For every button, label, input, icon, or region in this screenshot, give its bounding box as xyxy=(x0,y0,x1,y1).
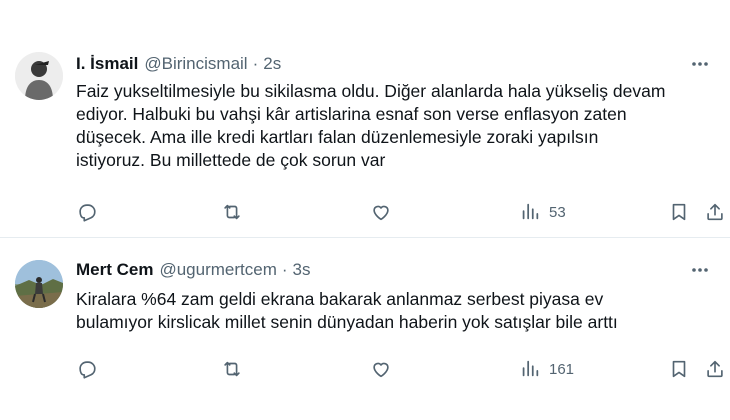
tweet-text-line: istiyoruz. Bu millettede de çok sorun va… xyxy=(76,150,386,170)
bookmark-icon xyxy=(668,201,690,223)
bookmark-button[interactable] xyxy=(668,354,690,384)
tweet-text-line: Kiralara %64 zam geldi ekrana bakarak an… xyxy=(76,289,604,309)
share-button[interactable] xyxy=(704,197,726,227)
tweet-2[interactable]: Mert Cem @ugurmertcem · 3s Kiralara %64 … xyxy=(0,238,730,420)
like-icon xyxy=(370,358,392,380)
tweet-text-line: düşecek. Ama ille kredi kartları falan d… xyxy=(76,127,599,147)
retweet-button[interactable] xyxy=(221,197,243,227)
bookmark-icon xyxy=(668,358,690,380)
views-button[interactable]: 161 xyxy=(519,354,574,384)
user-name[interactable]: Mert Cem xyxy=(76,260,153,280)
tweet-actions: 53 xyxy=(76,197,726,227)
reply-button[interactable] xyxy=(76,354,98,384)
tweet-text: Kiralara %64 zam geldi ekrana bakarak an… xyxy=(76,288,716,334)
like-button[interactable] xyxy=(370,197,392,227)
retweet-icon xyxy=(221,201,243,223)
tweet-text: Faiz yukseltilmesiyle bu sikilasma oldu.… xyxy=(76,80,716,172)
more-icon[interactable] xyxy=(690,54,710,74)
reply-icon xyxy=(76,358,98,380)
share-icon xyxy=(704,358,726,380)
tweet-text-line: bulamıyor kirslicak millet senin dünyada… xyxy=(76,312,618,332)
tweet-header: Mert Cem @ugurmertcem · 3s xyxy=(76,259,311,281)
views-count: 161 xyxy=(549,360,575,378)
share-button[interactable] xyxy=(704,354,726,384)
tweet-actions: 161 xyxy=(76,354,726,384)
views-button[interactable]: 53 xyxy=(519,197,566,227)
more-icon[interactable] xyxy=(690,260,710,280)
reply-icon xyxy=(76,201,98,223)
user-handle[interactable]: @Birincismail xyxy=(144,54,247,74)
tweet-header: I. İsmail @Birincismail · 2s xyxy=(76,53,281,75)
tweet-1[interactable]: I. İsmail @Birincismail · 2s Faiz yuksel… xyxy=(0,0,730,238)
tweet-text-line: Faiz yukseltilmesiyle bu sikilasma oldu.… xyxy=(76,81,666,101)
avatar[interactable] xyxy=(15,52,63,100)
views-icon xyxy=(519,358,541,380)
views-count: 53 xyxy=(549,203,566,221)
bookmark-button[interactable] xyxy=(668,197,690,227)
timestamp[interactable]: 3s xyxy=(293,260,311,280)
like-button[interactable] xyxy=(370,354,392,384)
reply-button[interactable] xyxy=(76,197,98,227)
separator: · xyxy=(281,260,288,279)
timestamp[interactable]: 2s xyxy=(263,54,281,74)
separator: · xyxy=(252,54,259,73)
tweet-text-line: ediyor. Halbuki bu vahşi kâr artislarina… xyxy=(76,104,627,124)
user-name[interactable]: I. İsmail xyxy=(76,54,138,74)
avatar[interactable] xyxy=(15,260,63,308)
retweet-button[interactable] xyxy=(221,354,243,384)
like-icon xyxy=(370,201,392,223)
views-icon xyxy=(519,201,541,223)
user-handle[interactable]: @ugurmertcem xyxy=(159,260,276,280)
retweet-icon xyxy=(221,358,243,380)
share-icon xyxy=(704,201,726,223)
